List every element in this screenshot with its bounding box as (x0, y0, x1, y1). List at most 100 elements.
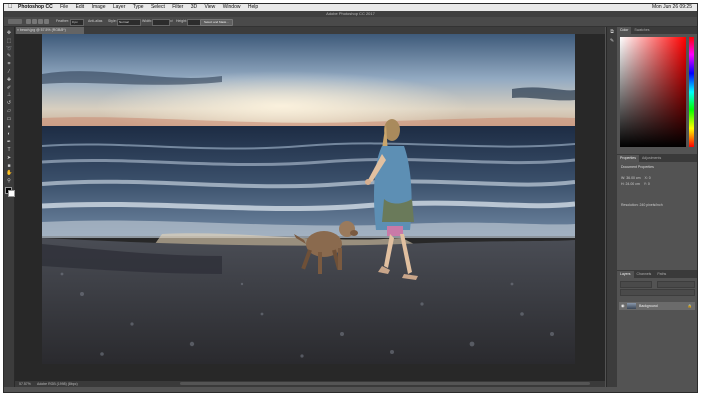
menu-layer[interactable]: Layer (113, 4, 126, 10)
brush-settings-icon[interactable]: ✎ (609, 38, 615, 44)
select-and-mask-button[interactable]: Select and Mask... (200, 19, 233, 26)
menu-select[interactable]: Select (151, 4, 165, 10)
path-select-icon[interactable]: ➤ (6, 155, 12, 161)
menu-view[interactable]: View (205, 4, 216, 10)
shape-icon[interactable]: ■ (6, 163, 12, 169)
width-field-label: W: (621, 176, 626, 180)
dodge-icon[interactable]: ◐ (6, 131, 12, 137)
menu-bar:  Photoshop CC File Edit Image Layer Typ… (4, 4, 697, 11)
width-input[interactable] (152, 19, 170, 26)
photoshop-window:  Photoshop CC File Edit Image Layer Typ… (3, 3, 698, 393)
panel-column: Color Swatches Properties Adjustments Docu… (617, 27, 697, 388)
layer-options-row[interactable] (620, 289, 695, 296)
feather-input[interactable]: 0 px (70, 19, 84, 26)
background-color-swatch[interactable] (8, 190, 15, 197)
eye-icon[interactable]: ◉ (621, 302, 625, 310)
history-panel-icon[interactable]: ⧉ (609, 29, 615, 35)
zoom-level[interactable]: 57.57% (19, 381, 31, 387)
status-bar: 57.57% Adobe RGB (1998) (8bpc) (15, 381, 605, 387)
history-brush-icon[interactable]: ↺ (6, 100, 12, 106)
menu-file[interactable]: File (60, 4, 68, 10)
pen-icon[interactable]: ✒ (6, 139, 12, 145)
brush-icon[interactable]: ✐ (6, 85, 12, 91)
canvas-area[interactable] (15, 34, 605, 381)
lasso-icon[interactable]: ➰ (6, 46, 12, 52)
properties-panel: Properties Adjustments Document Propertie… (617, 154, 697, 270)
tab-color[interactable]: Color (617, 27, 632, 34)
quick-select-icon[interactable]: ✎ (6, 53, 12, 59)
crop-icon[interactable]: ⌗ (6, 61, 12, 67)
height-field[interactable]: 24.00 cm (625, 182, 639, 186)
tool-preset-picker[interactable] (8, 19, 22, 24)
layer-row-background[interactable]: ◉ Background 🔒 (619, 302, 695, 310)
lock-icon: 🔒 (687, 304, 692, 308)
menu-type[interactable]: Type (133, 4, 144, 10)
menu-bar-clock: Mon Jun 26 09:25 (651, 4, 692, 10)
type-icon[interactable]: T (6, 147, 12, 153)
move-icon[interactable]: ✥ (6, 30, 12, 36)
style-label: Style: (108, 19, 117, 23)
blend-mode-select[interactable] (657, 281, 695, 288)
menu-3d[interactable]: 3D (191, 4, 197, 10)
style-select[interactable]: Normal (117, 19, 141, 26)
beach-photo[interactable] (42, 34, 575, 364)
swap-icon[interactable]: ⇄ (170, 17, 173, 26)
intersect-selection-icon[interactable] (44, 19, 49, 24)
collapsed-panel-dock: ⧉ ✎ (606, 27, 617, 387)
color-picker-field[interactable] (620, 37, 686, 147)
menu-list: Photoshop CC File Edit Image Layer Type … (18, 4, 264, 11)
menu-image[interactable]: Image (92, 4, 106, 10)
healing-icon[interactable]: ✚ (6, 77, 12, 83)
height-field-label: H: (621, 182, 625, 186)
document-tab[interactable]: × beach.jpg @ 57.5% (RGB/8*) (16, 27, 84, 34)
height-label: Height: (176, 19, 188, 23)
apple-icon[interactable]:  (8, 4, 13, 11)
zoom-icon[interactable]: ⚲ (6, 178, 12, 184)
new-selection-icon[interactable] (26, 19, 31, 24)
tab-channels[interactable]: Channels (634, 271, 655, 278)
y-field-label: Y: (643, 182, 647, 186)
marquee-icon[interactable]: ⬚ (6, 38, 12, 44)
feather-label: Feather: (56, 19, 70, 23)
tab-adjustments[interactable]: Adjustments (639, 155, 664, 162)
document-tab-bar: × beach.jpg @ 57.5% (RGB/8*) (15, 27, 605, 34)
menu-help[interactable]: Help (248, 4, 258, 10)
layers-panel: Layers Channels Paths ◉ Background 🔒 (617, 270, 697, 388)
layer-name: Background (639, 304, 658, 308)
tab-swatches[interactable]: Swatches (631, 27, 652, 34)
layer-thumbnail (627, 303, 636, 309)
eraser-icon[interactable]: ▱ (6, 108, 12, 114)
layers-panel-tabs: Layers Channels Paths (617, 271, 697, 278)
document-tab-title: beach.jpg @ 57.5% (RGB/8*) (20, 28, 66, 32)
subtract-selection-icon[interactable] (38, 19, 43, 24)
hue-slider[interactable] (689, 37, 694, 147)
tab-properties[interactable]: Properties (617, 155, 639, 162)
tab-layers[interactable]: Layers (617, 271, 634, 278)
document-properties-title: Document Properties (621, 165, 654, 169)
blur-icon[interactable]: ● (6, 124, 12, 130)
eyedropper-icon[interactable]: ⁄ (6, 69, 12, 75)
horizontal-scrollbar[interactable] (180, 382, 590, 385)
add-selection-icon[interactable] (32, 19, 37, 24)
options-bar: Feather: 0 px Anti-alias Style: Normal W… (4, 17, 697, 27)
menu-edit[interactable]: Edit (76, 4, 85, 10)
width-field[interactable]: 36.00 cm (626, 176, 640, 180)
antialias-checkbox[interactable]: Anti-alias (88, 17, 102, 26)
menu-filter[interactable]: Filter (172, 4, 183, 10)
gradient-icon[interactable]: ▭ (6, 116, 12, 122)
document-size-fields: W: 36.00 cm X: 0 H: 24.00 cm Y: 0 (621, 175, 651, 187)
menu-window[interactable]: Window (223, 4, 241, 10)
width-label: Width: (142, 19, 152, 23)
menu-photoshop[interactable]: Photoshop CC (18, 4, 53, 10)
clone-stamp-icon[interactable]: ⊥ (6, 92, 12, 98)
layer-filter-select[interactable] (620, 281, 652, 288)
y-field[interactable]: 0 (648, 182, 650, 186)
x-field[interactable]: 0 (649, 176, 651, 180)
hand-icon[interactable]: ✋ (6, 170, 12, 176)
tab-paths[interactable]: Paths (654, 271, 669, 278)
document-info[interactable]: Adobe RGB (1998) (8bpc) (37, 381, 78, 387)
close-tab-icon[interactable]: × (17, 27, 19, 34)
x-field-label: X: (644, 176, 648, 180)
tools-panel: ✥ ⬚ ➰ ✎ ⌗ ⁄ ✚ ✐ ⊥ ↺ ▱ ▭ ● ◐ ✒ T ➤ ■ ✋ ⚲ … (4, 27, 15, 387)
color-panel: Color Swatches (617, 27, 697, 154)
